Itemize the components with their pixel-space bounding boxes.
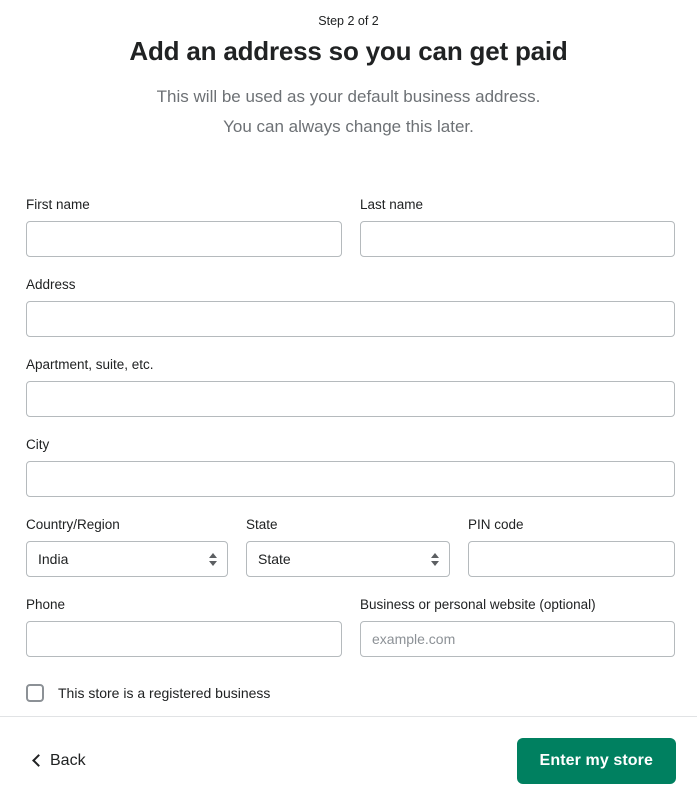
state-select[interactable]: State — [246, 541, 450, 577]
phone-website-row: Phone Business or personal website (opti… — [26, 596, 675, 657]
apartment-row: Apartment, suite, etc. — [26, 356, 675, 417]
address-label: Address — [26, 277, 76, 292]
city-field: City — [26, 436, 675, 497]
country-state-pin-row: Country/Region India State State PIN cod… — [26, 516, 675, 577]
address-row: Address — [26, 276, 675, 337]
registered-business-row[interactable]: This store is a registered business — [26, 683, 675, 703]
country-select-value[interactable]: India — [26, 541, 228, 577]
phone-label: Phone — [26, 597, 66, 612]
city-row: City — [26, 436, 675, 497]
last-name-field: Last name — [360, 196, 675, 257]
pin-code-label: PIN code — [468, 517, 524, 532]
enter-my-store-button[interactable]: Enter my store — [516, 738, 676, 784]
phone-field: Phone — [26, 596, 342, 657]
step-indicator: Step 2 of 2 — [318, 14, 379, 28]
website-input[interactable] — [360, 621, 675, 657]
page-subtitle-line-2: You can always change this later. — [223, 117, 474, 137]
address-form: First name Last name Address Apartment, … — [26, 196, 675, 703]
city-input[interactable] — [26, 461, 675, 497]
country-select[interactable]: India — [26, 541, 228, 577]
checkbox-unchecked-icon[interactable] — [26, 684, 44, 702]
back-button[interactable]: Back — [30, 746, 88, 776]
name-row: First name Last name — [26, 196, 675, 257]
website-field: Business or personal website (optional) — [360, 596, 675, 657]
state-select-value[interactable]: State — [246, 541, 450, 577]
address-field: Address — [26, 276, 675, 337]
page-title: Add an address so you can get paid — [129, 36, 568, 66]
state-label: State — [246, 517, 278, 532]
first-name-label: First name — [26, 197, 90, 212]
last-name-input[interactable] — [360, 221, 675, 257]
registered-business-label: This store is a registered business — [58, 685, 271, 701]
apartment-input[interactable] — [26, 381, 675, 417]
first-name-input[interactable] — [26, 221, 342, 257]
phone-input[interactable] — [26, 621, 342, 657]
address-input[interactable] — [26, 301, 675, 337]
country-label: Country/Region — [26, 517, 120, 532]
page-subtitle-line-1: This will be used as your default busine… — [156, 87, 541, 107]
first-name-field: First name — [26, 196, 342, 257]
state-field: State State — [246, 516, 450, 577]
city-label: City — [26, 437, 50, 452]
country-field: Country/Region India — [26, 516, 228, 577]
apartment-field: Apartment, suite, etc. — [26, 356, 675, 417]
website-label: Business or personal website (optional) — [360, 597, 596, 612]
back-button-label: Back — [50, 752, 86, 769]
footer-bar: Back Enter my store — [0, 717, 697, 805]
last-name-label: Last name — [360, 197, 424, 212]
pin-code-field: PIN code — [468, 516, 675, 577]
pin-code-input[interactable] — [468, 541, 675, 577]
apartment-label: Apartment, suite, etc. — [26, 357, 154, 372]
chevron-left-icon — [32, 754, 41, 768]
page-header: Step 2 of 2 Add an address so you can ge… — [0, 0, 697, 140]
